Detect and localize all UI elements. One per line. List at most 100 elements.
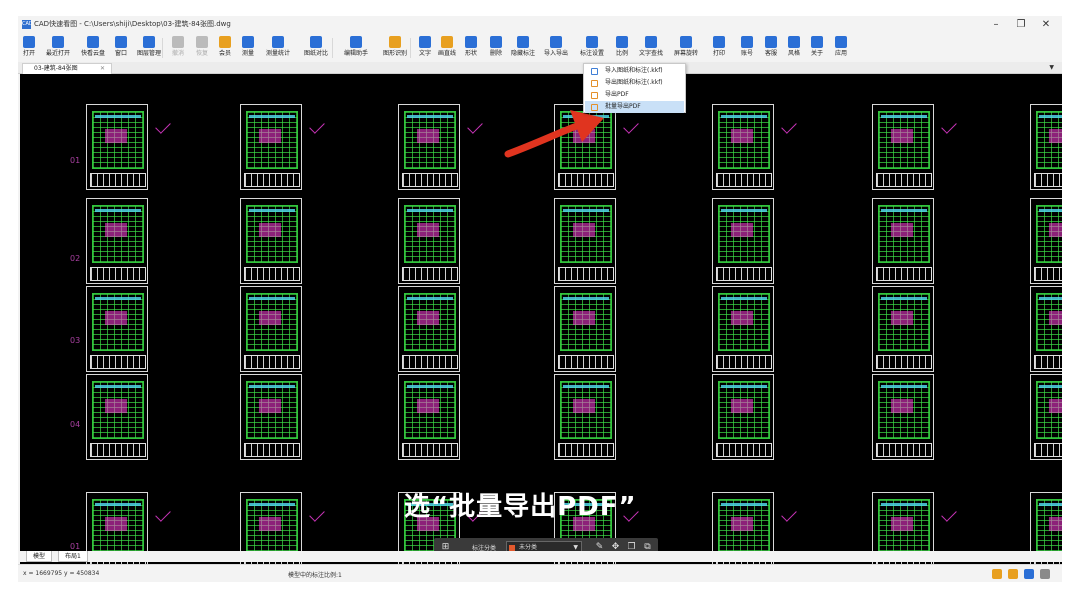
drawing-sheet[interactable] <box>554 198 616 284</box>
drawing-sheet[interactable] <box>872 374 934 460</box>
drawing-sheet[interactable] <box>86 104 148 190</box>
toolbar-button-compare[interactable]: 图纸对比 <box>296 34 336 62</box>
fullscreen-icon[interactable] <box>1040 569 1050 579</box>
close-window-button[interactable]: ✕ <box>1034 17 1058 33</box>
toolbar-button-text-search[interactable]: 文字查找 <box>634 34 668 62</box>
sheet-cyan-outline <box>881 115 927 118</box>
toolbar-button-line[interactable]: 画直线 <box>436 34 458 62</box>
toolbar-button-account[interactable]: 账号 <box>734 34 760 62</box>
import-export-icon <box>550 36 562 48</box>
toolbar-button-print[interactable]: 打印 <box>704 34 734 62</box>
sheet-title-block <box>1034 173 1062 187</box>
drawing-sheet[interactable] <box>872 104 934 190</box>
sheet-magenta-hatch <box>105 129 127 143</box>
tab-layout1[interactable]: 布局1 <box>58 551 88 562</box>
toolbar-button-about[interactable]: 关于 <box>806 34 828 62</box>
measure-mode-icon[interactable] <box>1008 569 1018 579</box>
drawing-sheet[interactable] <box>398 198 460 284</box>
tab-close-icon[interactable]: ✕ <box>100 64 105 74</box>
drawing-sheet[interactable] <box>554 374 616 460</box>
support-icon <box>765 36 777 48</box>
sheet-cyan-outline <box>95 503 141 506</box>
toolbar-button-folder[interactable]: 打开 <box>18 34 40 62</box>
sheet-magenta-hatch <box>417 399 439 413</box>
toolbar-button-rotate-screen[interactable]: 屏幕旋转 <box>668 34 704 62</box>
drawing-sheet[interactable] <box>86 374 148 460</box>
toolbar-button-measure-stats[interactable]: 测量统计 <box>260 34 296 62</box>
toolbar-button-cloud[interactable]: 快看云盘 <box>76 34 110 62</box>
drawing-sheet[interactable] <box>712 104 774 190</box>
toolbar-button-eraser[interactable]: 删除 <box>484 34 508 62</box>
instruction-caption: 选“批量导出PDF” <box>404 492 637 522</box>
toolbar-button-label: 快看云盘 <box>80 50 105 57</box>
toolbar-button-undo[interactable]: 撤消 <box>166 34 190 62</box>
toolbar-button-import-export[interactable]: 导入导出 <box>538 34 574 62</box>
sheet-cyan-outline <box>249 385 295 388</box>
maximize-button[interactable]: ❐ <box>1009 17 1033 33</box>
drawing-sheet[interactable] <box>1030 374 1062 460</box>
sheet-title-block <box>716 443 772 457</box>
toolbar-button-redo[interactable]: 恢复 <box>190 34 214 62</box>
menu-item-export-kkf[interactable]: 导出图纸和标注(.kkf) <box>585 77 684 89</box>
toolbar-button-label: 客服 <box>764 50 777 57</box>
color-mode-icon[interactable] <box>1024 569 1034 579</box>
drawing-sheet[interactable] <box>872 286 934 372</box>
app-logo-icon: CAD <box>22 20 33 29</box>
drawing-sheet[interactable] <box>872 198 934 284</box>
tab-document[interactable]: 03-建筑-84张图 ✕ <box>22 63 112 74</box>
minimize-button[interactable]: – <box>984 17 1008 33</box>
toolbar-button-recognize[interactable]: 图形识别 <box>376 34 414 62</box>
toolbar-divider <box>410 38 411 58</box>
sheet-magenta-hatch <box>259 223 281 237</box>
drawing-sheet[interactable] <box>398 286 460 372</box>
drawing-sheet[interactable] <box>86 198 148 284</box>
drawing-sheet[interactable] <box>86 286 148 372</box>
folder-icon <box>23 36 35 48</box>
toolbar-button-annotation-settings[interactable]: 标注设置 <box>574 34 610 62</box>
menu-item-export-pdf[interactable]: 导出PDF <box>585 89 684 101</box>
drawing-sheet[interactable] <box>398 104 460 190</box>
toolbar-button-layers[interactable]: 图层管理 <box>132 34 166 62</box>
drawing-sheet[interactable] <box>712 198 774 284</box>
drawing-sheet[interactable] <box>1030 198 1062 284</box>
menu-item-batch-export-pdf[interactable]: 批量导出PDF <box>585 101 684 113</box>
drawing-sheet[interactable] <box>712 374 774 460</box>
eraser-icon <box>490 36 502 48</box>
drawing-sheet[interactable] <box>398 374 460 460</box>
drawing-canvas[interactable]: 01 02 03 04 01 选“批量导出PDF” ⊞ 标注分类 未分类 ▼ ✎ ✥ ❐… <box>20 74 1062 566</box>
sheet-title-block <box>558 355 614 369</box>
drawing-sheet[interactable] <box>1030 104 1062 190</box>
sheet-magenta-hatch <box>731 399 753 413</box>
sheet-title-block <box>558 173 614 187</box>
toolbar-button-edit-assistant[interactable]: 编辑助手 <box>336 34 376 62</box>
toolbar-button-text[interactable]: 文字 <box>414 34 436 62</box>
toolbar-button-hide-annotation[interactable]: 隐藏标注 <box>508 34 538 62</box>
toolbar-button-history[interactable]: 最近打开 <box>40 34 76 62</box>
toolbar-button-apps[interactable]: 应用 <box>828 34 854 62</box>
sheet-cyan-outline <box>881 209 927 212</box>
toolbar-button-measure[interactable]: 测量 <box>236 34 260 62</box>
recognize-icon <box>389 36 401 48</box>
menu-item-import-kkf[interactable]: 导入图纸和标注(.kkf) <box>585 65 684 77</box>
toolbar-button-style[interactable]: 风格 <box>782 34 806 62</box>
toolbar-button-vip[interactable]: 会员 <box>214 34 236 62</box>
drawing-sheet[interactable] <box>240 198 302 284</box>
toolbar-button-window[interactable]: 窗口 <box>110 34 132 62</box>
toolbar-button-shape[interactable]: 形状 <box>458 34 484 62</box>
toolbar-button-scale[interactable]: 比例 <box>610 34 634 62</box>
toolbar-button-support[interactable]: 客服 <box>760 34 782 62</box>
drawing-sheet[interactable] <box>240 286 302 372</box>
drawing-sheet[interactable] <box>1030 286 1062 372</box>
snap-icon[interactable] <box>992 569 1002 579</box>
sheet-cyan-outline <box>721 385 767 388</box>
drawing-sheet[interactable] <box>240 104 302 190</box>
tab-model[interactable]: 模型 <box>26 551 53 562</box>
tab-list-chevron-down-icon[interactable]: ▼ <box>1049 64 1054 71</box>
toolbar-button-label: 账号 <box>740 50 753 57</box>
layout-tab-bar: 模型 布局1 <box>18 551 1062 562</box>
drawing-sheet[interactable] <box>240 374 302 460</box>
sheet-title-block <box>244 443 300 457</box>
drawing-sheet[interactable] <box>712 286 774 372</box>
sheet-magenta-hatch <box>1049 311 1062 325</box>
drawing-sheet[interactable] <box>554 286 616 372</box>
